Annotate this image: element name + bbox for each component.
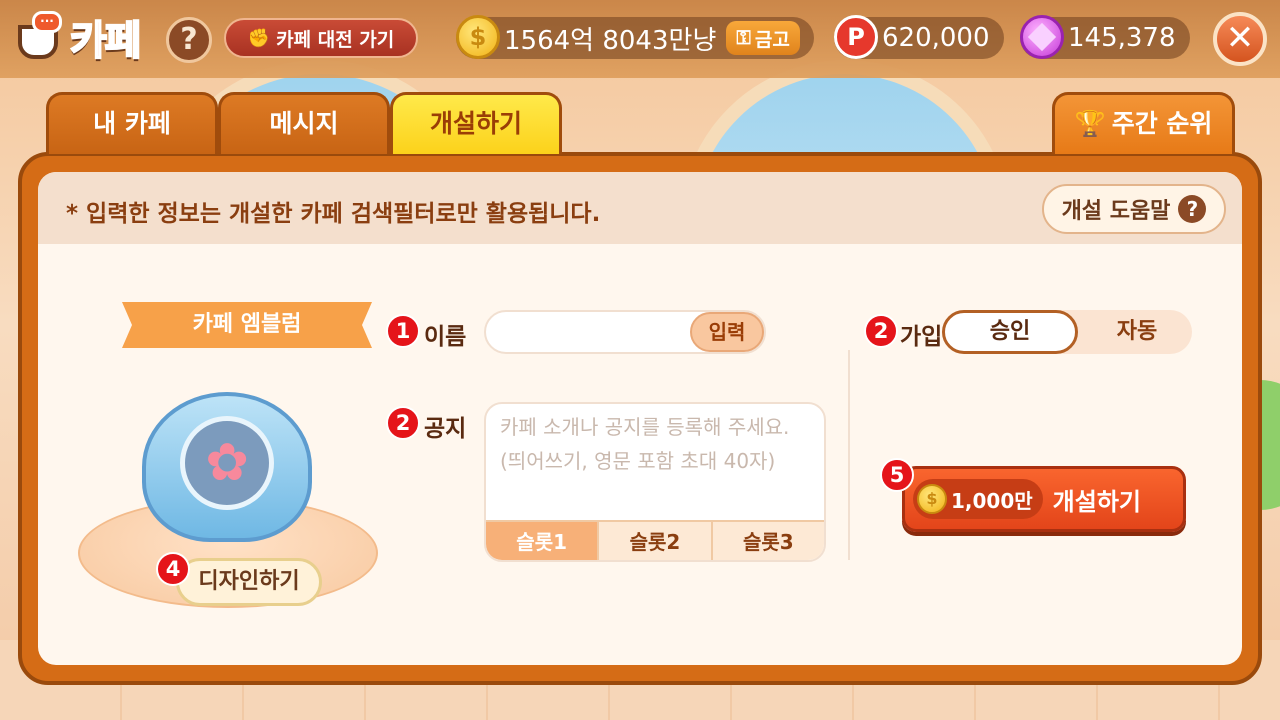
logo-text: 카페	[69, 17, 143, 65]
top-bar: ··· 카페 ? ✊ 카페 대전 가기 $ 1564억 8043만냥 ⚿ 금고 …	[0, 0, 1280, 78]
join-approval-option[interactable]: 승인	[942, 310, 1078, 354]
join-label: 가입	[900, 324, 943, 350]
tab-weekly-rank[interactable]: 🏆 주간 순위	[1052, 92, 1235, 154]
creation-help-label: 개설 도움말	[1061, 199, 1171, 224]
gold-amount: 1564억 8043만냥	[504, 25, 717, 56]
create-cafe-button[interactable]: $ 1,000만 개설하기	[902, 466, 1186, 532]
slot-3-tab[interactable]: 슬롯3	[712, 522, 824, 560]
name-input-button[interactable]: 입력	[690, 312, 764, 352]
name-label: 이름	[424, 324, 467, 350]
step-badge-2-notice: 2	[386, 406, 420, 440]
fist-icon: ✊	[247, 27, 271, 49]
cafe-battle-button[interactable]: ✊ 카페 대전 가기	[224, 18, 418, 58]
vault-button[interactable]: ⚿ 금고	[726, 21, 800, 55]
notice-textarea[interactable]: 카페 소개나 공지를 등록해 주세요. (띄어쓰기, 영문 포함 초대 40자)…	[484, 402, 826, 562]
step-badge-5: 5	[880, 458, 914, 492]
gold-currency: $ 1564억 8043만냥 ⚿ 금고	[456, 15, 814, 59]
emblem-center: ✿	[180, 416, 274, 510]
trophy-icon: 🏆	[1074, 109, 1106, 138]
key-icon: ⚿	[736, 27, 751, 49]
tab-my-cafe-label: 내 카페	[93, 109, 171, 138]
step-badge-2-join: 2	[864, 314, 898, 348]
question-icon: ?	[1178, 195, 1207, 223]
gem-icon	[1020, 15, 1064, 59]
notice-label: 공지	[424, 416, 467, 442]
notice-slot-tabs: 슬롯1 슬롯2 슬롯3	[486, 520, 824, 560]
cherry-blossom-icon: ✿	[205, 433, 249, 493]
gold-coin-icon: $	[456, 15, 500, 59]
info-notice-text: * 입력한 정보는 개설한 카페 검색필터로만 활용됩니다.	[66, 201, 601, 227]
coin-icon: $	[917, 484, 947, 514]
design-button[interactable]: 디자인하기	[176, 558, 322, 606]
slot-1-tab[interactable]: 슬롯1	[486, 522, 600, 560]
tab-messages[interactable]: 메시지	[218, 92, 390, 154]
cost-amount: 1,000만	[951, 488, 1033, 513]
points-amount: 620,000	[882, 23, 990, 53]
step-badge-4: 4	[156, 552, 190, 586]
cafe-emblem-image: ✿	[142, 392, 312, 542]
emblem-title-ribbon: 카페 엠블럼	[122, 302, 372, 348]
create-cafe-panel: * 입력한 정보는 개설한 카페 검색필터로만 활용됩니다. 개설 도움말 ? …	[18, 152, 1262, 685]
gem-currency: 145,378	[1020, 15, 1190, 59]
help-button[interactable]: ?	[166, 17, 212, 63]
coffee-cup-icon: ···	[14, 11, 70, 63]
points-currency: P 620,000	[834, 15, 1004, 59]
tab-messages-label: 메시지	[269, 109, 339, 138]
tab-create[interactable]: 개설하기	[390, 92, 562, 154]
panel-content: * 입력한 정보는 개설한 카페 검색필터로만 활용됩니다. 개설 도움말 ? …	[38, 172, 1242, 665]
cafe-logo: ··· 카페	[14, 6, 164, 68]
creation-help-button[interactable]: 개설 도움말 ?	[1042, 184, 1226, 234]
cost-pill: $ 1,000만	[913, 479, 1043, 519]
notice-placeholder: 카페 소개나 공지를 등록해 주세요. (띄어쓰기, 영문 포함 초대 40자)	[500, 415, 790, 473]
step-badge-1: 1	[386, 314, 420, 348]
slot-2-tab[interactable]: 슬롯2	[599, 522, 713, 560]
info-notice-bar: * 입력한 정보는 개설한 카페 검색필터로만 활용됩니다. 개설 도움말 ?	[38, 172, 1242, 244]
emblem-title: 카페 엠블럼	[192, 312, 302, 337]
create-button-label: 개설하기	[1052, 487, 1141, 516]
vault-label: 금고	[754, 28, 790, 51]
points-p-icon: P	[834, 15, 878, 59]
close-button[interactable]: ✕	[1213, 12, 1267, 66]
section-divider	[848, 350, 850, 560]
tab-weekly-rank-label: 주간 순위	[1111, 109, 1213, 138]
join-type-toggle: 승인 자동	[942, 310, 1192, 354]
cafe-battle-label: 카페 대전 가기	[276, 28, 395, 51]
gem-amount: 145,378	[1068, 23, 1176, 53]
design-button-label: 디자인하기	[198, 569, 300, 594]
tab-create-label: 개설하기	[429, 109, 522, 138]
tab-my-cafe[interactable]: 내 카페	[46, 92, 218, 154]
name-input-button-label: 입력	[708, 320, 746, 344]
join-auto-option[interactable]: 자동	[1082, 310, 1192, 354]
